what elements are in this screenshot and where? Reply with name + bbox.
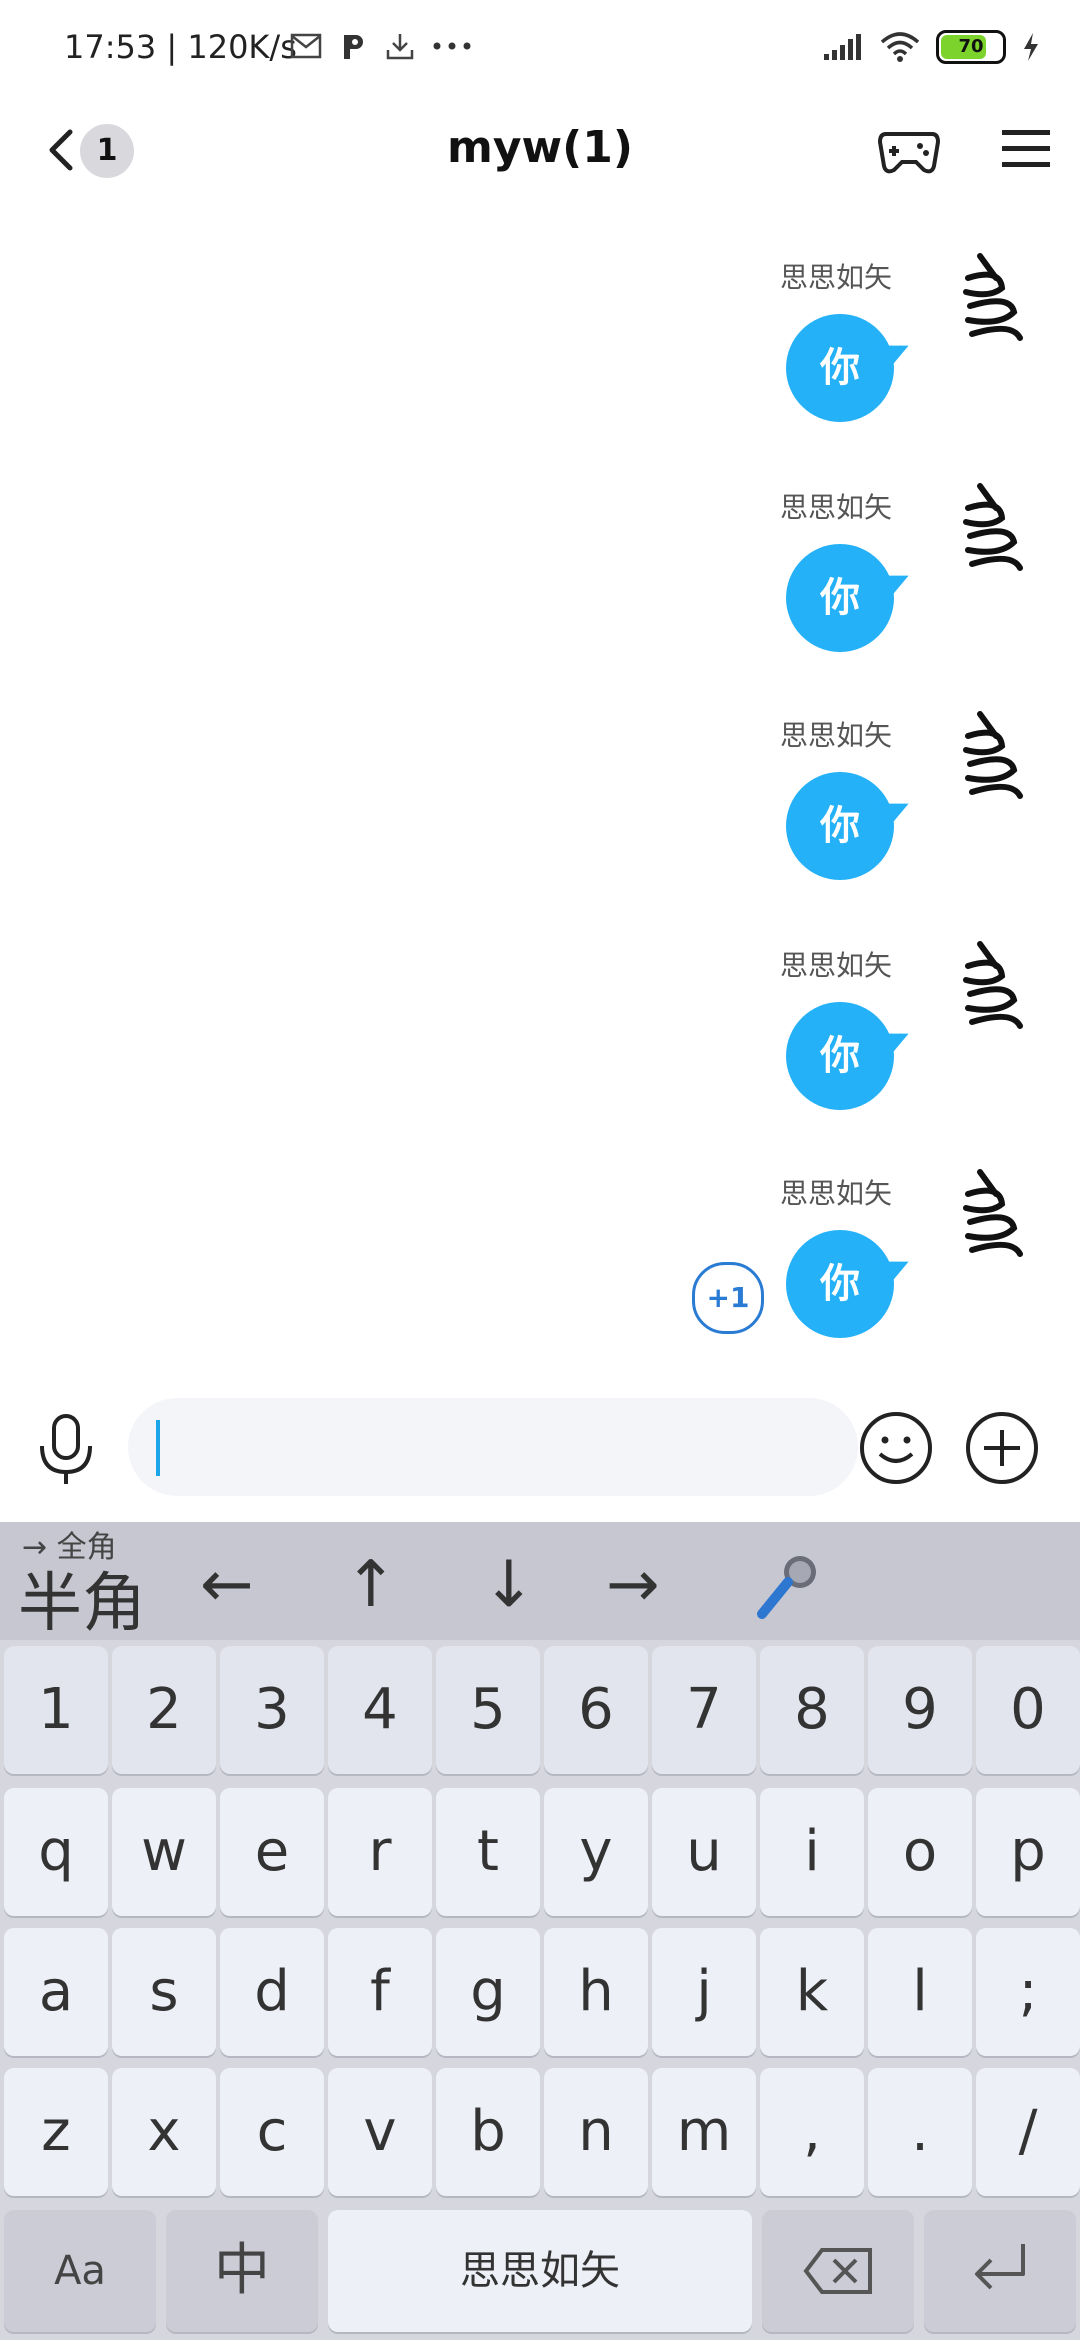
wifi-icon (880, 32, 920, 62)
input-bar (0, 1380, 1080, 1522)
space-key[interactable]: 思思如矢 (328, 2210, 752, 2332)
charging-icon (1024, 33, 1038, 61)
letter-key[interactable]: p (976, 1788, 1080, 1916)
letter-key[interactable]: m (652, 2068, 756, 2196)
battery-level: 70 (958, 36, 984, 57)
signal-icon (824, 34, 861, 60)
status-right-icons: 70 (822, 30, 1040, 64)
chat-header: 1 myw(1) (0, 100, 1080, 200)
battery-icon: 70 (936, 30, 1006, 64)
mail-icon (290, 33, 322, 59)
letter-key[interactable]: f (328, 1928, 432, 2056)
language-key[interactable]: 中 (166, 2210, 318, 2332)
voice-input-icon[interactable] (32, 1410, 100, 1490)
letter-key[interactable]: c (220, 2068, 324, 2196)
number-key[interactable]: 6 (544, 1646, 648, 1774)
more-icon (433, 42, 471, 50)
arrow-up-key[interactable]: ↑ (344, 1548, 398, 1622)
message-bubble[interactable]: 你 (786, 772, 894, 880)
message-bubble[interactable]: 你 (786, 1002, 894, 1110)
number-key[interactable]: 8 (760, 1646, 864, 1774)
letter-key[interactable]: y (544, 1788, 648, 1916)
backspace-icon (803, 2248, 872, 2294)
download-icon (386, 34, 414, 60)
letter-key[interactable]: d (220, 1928, 324, 2056)
letter-key[interactable]: q (4, 1788, 108, 1916)
gamepad-icon[interactable] (876, 122, 942, 178)
letter-key[interactable]: v (328, 2068, 432, 2196)
enter-key[interactable] (924, 2210, 1076, 2332)
number-key[interactable]: 7 (652, 1646, 756, 1774)
message-row: 思思如矢 你 (0, 248, 1080, 478)
letter-key[interactable]: r (328, 1788, 432, 1916)
message-row: 思思如矢 你 (0, 1164, 1080, 1394)
sender-name: 思思如矢 (779, 949, 892, 982)
letter-key[interactable]: b (436, 2068, 540, 2196)
number-key[interactable]: 5 (436, 1646, 540, 1774)
emoji-icon[interactable] (858, 1410, 934, 1486)
text-caret (156, 1420, 160, 1476)
letter-key[interactable]: i (760, 1788, 864, 1916)
backspace-key[interactable] (762, 2210, 914, 2332)
message-bubble[interactable]: 你 (786, 544, 894, 652)
message-bubble[interactable]: 你 (786, 314, 894, 422)
arrow-right-key[interactable]: → (606, 1548, 660, 1622)
letter-key[interactable]: j (652, 1928, 756, 2056)
letter-key[interactable]: k (760, 1928, 864, 2056)
letter-key[interactable]: l (868, 1928, 972, 2056)
message-row: 思思如矢 你 (0, 478, 1080, 708)
letter-key[interactable]: h (544, 1928, 648, 2056)
number-key[interactable]: 2 (112, 1646, 216, 1774)
letter-key[interactable]: x (112, 2068, 216, 2196)
arrow-down-key[interactable]: ↓ (482, 1548, 536, 1622)
plus-one-button[interactable]: +1 (692, 1262, 764, 1334)
avatar[interactable] (940, 936, 1040, 1036)
sender-name: 思思如矢 (779, 1177, 892, 1210)
letter-key[interactable]: u (652, 1788, 756, 1916)
status-time: 17:53 | 120K/s (64, 28, 297, 66)
letter-key[interactable]: . (868, 2068, 972, 2196)
sender-name: 思思如矢 (779, 719, 892, 752)
keyboard: → 全角 半角 ← ↑ ↓ → Aa 中 思思如矢 1234567890 qwer… (0, 1522, 1080, 2340)
letter-key[interactable]: / (976, 2068, 1080, 2196)
avatar[interactable] (940, 248, 1040, 348)
letter-key[interactable]: g (436, 1928, 540, 2056)
arrow-left-key[interactable]: ← (200, 1548, 254, 1622)
message-input[interactable] (128, 1398, 858, 1496)
number-key[interactable]: 1 (4, 1646, 108, 1774)
add-icon[interactable] (964, 1410, 1040, 1486)
halfwidth-toggle[interactable]: 半角 (18, 1552, 146, 1644)
letter-key[interactable]: , (760, 2068, 864, 2196)
avatar[interactable] (940, 1164, 1040, 1264)
letter-key[interactable]: o (868, 1788, 972, 1916)
sender-name: 思思如矢 (779, 491, 892, 524)
status-left-icons (290, 30, 472, 62)
letter-key[interactable]: n (544, 2068, 648, 2196)
letter-key[interactable]: a (4, 1928, 108, 2056)
sender-name: 思思如矢 (779, 261, 892, 294)
letter-key[interactable]: e (220, 1788, 324, 1916)
letter-key[interactable]: t (436, 1788, 540, 1916)
avatar[interactable] (940, 706, 1040, 806)
letter-key[interactable]: ; (976, 1928, 1080, 2056)
case-key[interactable]: Aa (4, 2210, 156, 2332)
p-icon (344, 35, 363, 59)
menu-icon[interactable] (1000, 126, 1052, 172)
enter-icon (975, 2244, 1025, 2290)
status-bar: 17:53 | 120K/s 70 (0, 0, 1080, 100)
avatar[interactable] (940, 478, 1040, 578)
message-bubble[interactable]: 你 (786, 1230, 894, 1338)
letter-key[interactable]: z (4, 2068, 108, 2196)
keyboard-mic-icon[interactable] (752, 1552, 822, 1626)
letter-key[interactable]: s (112, 1928, 216, 2056)
keyboard-toolbar: → 全角 半角 ← ↑ ↓ → (0, 1522, 1080, 1641)
number-key[interactable]: 4 (328, 1646, 432, 1774)
message-row: 思思如矢 你 (0, 706, 1080, 936)
number-key[interactable]: 0 (976, 1646, 1080, 1774)
letter-key[interactable]: w (112, 1788, 216, 1916)
number-key[interactable]: 3 (220, 1646, 324, 1774)
message-row: 思思如矢 你 (0, 936, 1080, 1166)
number-key[interactable]: 9 (868, 1646, 972, 1774)
